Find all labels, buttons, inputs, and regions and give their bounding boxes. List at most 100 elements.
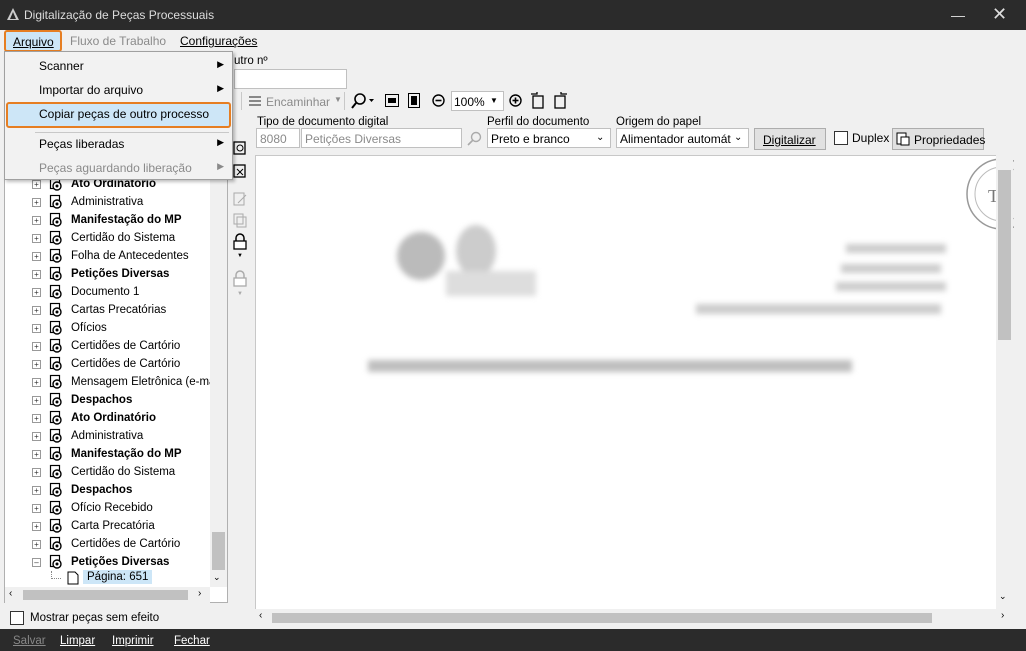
origem-select[interactable]: Alimentador automát ⌄: [616, 128, 749, 148]
zoom-tool-icon[interactable]: [351, 93, 375, 109]
menu-configuracoes[interactable]: Configurações: [180, 34, 257, 48]
scroll-thumb[interactable]: [998, 170, 1011, 340]
encaminhar-button[interactable]: Encaminhar: [266, 95, 330, 109]
tree-item[interactable]: + Cartas Precatórias: [5, 301, 211, 319]
perfil-select[interactable]: Preto e branco ⌄: [487, 128, 611, 148]
scroll-thumb[interactable]: [23, 590, 188, 600]
menu-fluxo[interactable]: Fluxo de Trabalho: [70, 34, 166, 48]
preview-vertical-scrollbar[interactable]: ⌄: [996, 155, 1013, 610]
tree-item[interactable]: – Petições Diversas: [5, 553, 211, 571]
expand-icon[interactable]: +: [32, 414, 41, 423]
limpar-button[interactable]: Limpar: [60, 635, 95, 647]
expand-icon[interactable]: +: [32, 198, 41, 207]
tree-page-item[interactable]: Página: 651: [83, 570, 153, 584]
expand-icon[interactable]: +: [32, 432, 41, 441]
expand-icon[interactable]: +: [32, 234, 41, 243]
expand-icon[interactable]: +: [32, 306, 41, 315]
scroll-left-icon[interactable]: ‹: [259, 610, 262, 621]
remove-piece-icon[interactable]: [232, 163, 248, 179]
tree-item[interactable]: + Despachos: [5, 391, 211, 409]
tipo-code-input[interactable]: 8080: [256, 128, 300, 148]
scroll-right-icon[interactable]: ›: [198, 588, 201, 599]
expand-icon[interactable]: +: [32, 288, 41, 297]
tree-item-label: Ofício Recebido: [71, 502, 153, 514]
zoom-select[interactable]: 100% ▼: [451, 91, 504, 111]
encaminhar-dropdown-icon[interactable]: ▼: [334, 95, 342, 104]
tree-item[interactable]: + Ofício Recebido: [5, 499, 211, 517]
tree-item[interactable]: + Carta Precatória: [5, 517, 211, 535]
zoom-out-icon[interactable]: [432, 94, 445, 107]
menu-item-copiar-pecas[interactable]: Copiar peças de outro processo: [6, 102, 231, 128]
tree-item[interactable]: + Documento 1: [5, 283, 211, 301]
tree-item[interactable]: + Administrativa: [5, 427, 211, 445]
fit-page-icon[interactable]: [408, 93, 420, 108]
menu-bar: Fluxo de Trabalho Configurações: [0, 30, 1026, 52]
fechar-button[interactable]: Fechar: [174, 635, 210, 647]
tree-item[interactable]: + Administrativa: [5, 193, 211, 211]
tree-item-label: Administrativa: [71, 196, 144, 208]
preview-horizontal-scrollbar[interactable]: ‹ ›: [255, 609, 1013, 626]
fit-width-icon[interactable]: [385, 94, 399, 107]
expand-icon[interactable]: +: [32, 540, 41, 549]
piece-tool-icon[interactable]: [232, 140, 248, 156]
tree-item[interactable]: + Mensagem Eletrônica (e-ma: [5, 373, 211, 391]
expand-icon[interactable]: +: [32, 378, 41, 387]
outro-input[interactable]: [234, 69, 347, 89]
document-preview[interactable]: T: [255, 155, 1014, 610]
tree-item-label: Certidões de Cartório: [71, 358, 181, 370]
tree-item[interactable]: + Petições Diversas: [5, 265, 211, 283]
tree-item[interactable]: + Certidão do Sistema: [5, 229, 211, 247]
tree-item[interactable]: + Certidões de Cartório: [5, 535, 211, 553]
zoom-in-icon[interactable]: [509, 94, 522, 107]
menu-item-scanner[interactable]: Scanner ▶: [5, 54, 232, 77]
rotate-left-icon[interactable]: [529, 92, 546, 109]
propriedades-button[interactable]: Propriedades: [892, 128, 985, 150]
scroll-thumb[interactable]: [272, 613, 932, 623]
tree-horizontal-scrollbar[interactable]: ‹ ›: [5, 587, 210, 603]
expand-icon[interactable]: +: [32, 216, 41, 225]
tree-item[interactable]: + Ofícios: [5, 319, 211, 337]
tree-item[interactable]: + Certidão do Sistema: [5, 463, 211, 481]
expand-icon[interactable]: +: [32, 450, 41, 459]
expand-icon[interactable]: +: [32, 486, 41, 495]
expand-icon[interactable]: +: [32, 522, 41, 531]
tree-item[interactable]: + Ato Ordinatório: [5, 409, 211, 427]
close-icon[interactable]: ✕: [992, 4, 1007, 25]
minimize-icon[interactable]: —: [951, 7, 965, 23]
expand-icon[interactable]: +: [32, 270, 41, 279]
tipo-name-input[interactable]: Petições Diversas: [301, 128, 462, 148]
tree-item[interactable]: + Certidões de Cartório: [5, 355, 211, 373]
search-icon[interactable]: [467, 131, 482, 146]
expand-icon[interactable]: +: [32, 342, 41, 351]
scroll-thumb[interactable]: [212, 532, 225, 570]
expand-icon[interactable]: +: [32, 396, 41, 405]
scroll-down-icon[interactable]: ⌄: [999, 591, 1007, 602]
expand-icon[interactable]: +: [32, 324, 41, 333]
menu-item-pecas-liberadas[interactable]: Peças liberadas ▶: [5, 132, 232, 155]
collapse-icon[interactable]: –: [32, 558, 41, 567]
expand-icon[interactable]: +: [32, 360, 41, 369]
expand-icon[interactable]: +: [32, 468, 41, 477]
expand-icon[interactable]: +: [32, 504, 41, 513]
duplex-checkbox[interactable]: [834, 131, 848, 145]
chevron-down-icon[interactable]: ▼: [237, 253, 243, 259]
imprimir-button[interactable]: Imprimir: [112, 635, 154, 647]
tree-item[interactable]: + Certidões de Cartório: [5, 337, 211, 355]
scroll-left-icon[interactable]: ‹: [9, 588, 12, 599]
tree-vertical-scrollbar[interactable]: ⌄: [210, 177, 227, 587]
tree-item[interactable]: + Despachos: [5, 481, 211, 499]
lock-icon[interactable]: [233, 233, 247, 250]
mostrar-checkbox[interactable]: [10, 611, 24, 625]
scroll-down-icon[interactable]: ⌄: [213, 572, 221, 583]
digitalizar-button[interactable]: Digitalizar: [754, 128, 826, 150]
expand-icon[interactable]: +: [32, 252, 41, 261]
menu-arquivo[interactable]: Arquivo: [4, 30, 62, 52]
expand-icon[interactable]: +: [32, 180, 41, 189]
rotate-right-icon[interactable]: [552, 92, 569, 109]
menu-item-importar[interactable]: Importar do arquivo ▶: [5, 78, 232, 101]
scroll-right-icon[interactable]: ›: [1001, 610, 1004, 621]
tree-item[interactable]: + Manifestação do MP: [5, 211, 211, 229]
tree-item[interactable]: + Manifestação do MP: [5, 445, 211, 463]
salvar-button[interactable]: Salvar: [13, 635, 46, 647]
tree-item[interactable]: + Folha de Antecedentes: [5, 247, 211, 265]
